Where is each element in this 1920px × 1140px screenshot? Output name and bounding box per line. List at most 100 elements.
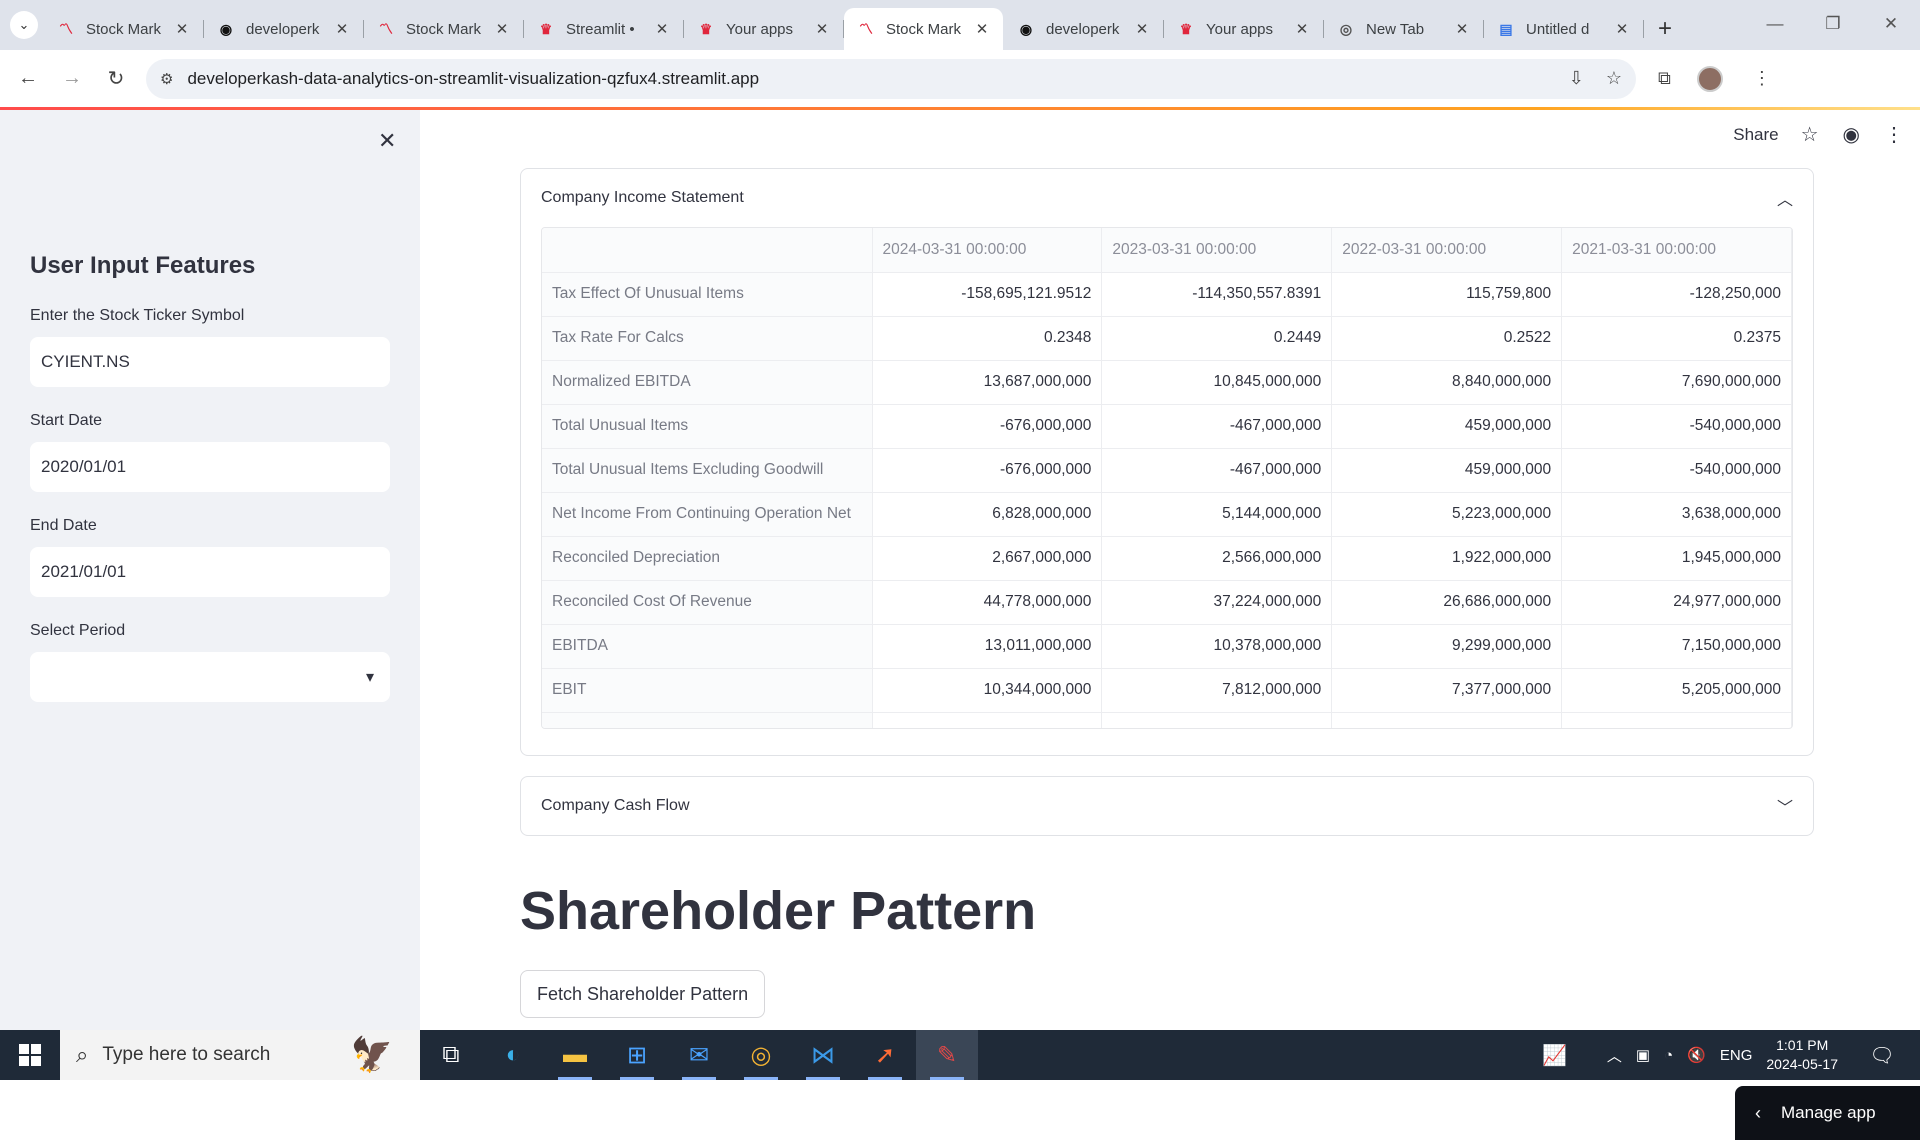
github-icon[interactable]: ◉ [1843,122,1860,147]
profile-avatar[interactable] [1696,65,1723,92]
table-cell[interactable]: 8,840,000,000 [1331,360,1563,405]
table-cell[interactable]: 9,299,000,000 [1331,624,1563,669]
income-statement-header[interactable]: Company Income Statement ︿ [521,169,1813,227]
table-cell[interactable]: 26,686,000,000 [1331,580,1563,625]
browser-tab[interactable]: 〽 Stock Mark ✕ [364,8,524,50]
income-statement-table[interactable]: 2024-03-31 00:00:00 2023-03-31 00:00:00 … [541,227,1793,729]
cash-flow-header[interactable]: Company Cash Flow ﹀ [521,777,1813,835]
browser-tab[interactable]: ◎ New Tab ✕ [1324,8,1484,50]
close-tab-icon[interactable]: ✕ [333,20,351,38]
period-select[interactable]: ▾ [30,652,390,702]
browser-tab[interactable]: ◉ developerk ✕ [204,8,364,50]
file-explorer-icon[interactable]: ▬ [544,1030,606,1080]
row-label[interactable]: Total Unusual Items Excluding Goodwill [542,448,873,493]
url-text[interactable]: developerkash-data-analytics-on-streamli… [187,69,1546,89]
table-cell[interactable]: 1,922,000,000 [1331,536,1563,581]
table-cell[interactable]: 5,223,000,000 [1331,492,1563,537]
store-icon[interactable]: ⊞ [606,1030,668,1080]
close-tab-icon[interactable]: ✕ [1613,20,1631,38]
close-tab-icon[interactable]: ✕ [653,20,671,38]
close-tab-icon[interactable]: ✕ [173,20,191,38]
table-cell[interactable]: 7,690,000,000 [1561,360,1792,405]
table-cell[interactable]: 2,566,000,000 [1101,536,1333,581]
column-header[interactable]: 2023-03-31 00:00:00 [1101,228,1333,273]
notification-icon[interactable]: 🗨 [1858,1043,1906,1068]
table-cell[interactable]: 37,224,000,000 [1101,580,1333,625]
network-icon[interactable]: ◔ [1664,1047,1673,1064]
table-cell[interactable]: 13,687,000,000 [872,360,1103,405]
browser-tab[interactable]: ◉ developerk ✕ [1004,8,1164,50]
close-tab-icon[interactable]: ✕ [493,20,511,38]
share-button[interactable]: Share [1733,125,1778,145]
language-indicator[interactable]: ENG [1720,1047,1753,1064]
start-date-input[interactable]: 2020/01/01 [30,442,390,492]
column-header[interactable]: 2024-03-31 00:00:00 [872,228,1103,273]
volume-muted-icon[interactable]: 🔇 [1687,1046,1706,1064]
row-label[interactable]: Reconciled Cost Of Revenue [542,580,873,625]
extensions-icon[interactable]: ⧉ [1658,68,1671,89]
table-cell[interactable]: 7,812,000,000 [1101,668,1333,713]
app-icon[interactable]: ✎ [916,1030,978,1080]
new-tab-button[interactable]: + [1658,15,1672,43]
edge-icon[interactable]: ◐ [482,1030,544,1080]
table-cell[interactable]: 459,000,000 [1331,404,1563,449]
back-icon[interactable]: ← [6,67,50,90]
table-cell[interactable]: -128,250,000 [1561,272,1792,317]
table-cell[interactable]: 10,845,000,000 [1101,360,1333,405]
star-icon[interactable]: ☆ [1801,122,1819,147]
table-cell[interactable]: -540,000,000 [1561,404,1792,449]
table-cell[interactable]: 5,205,000,000 [1561,668,1792,713]
close-tab-icon[interactable]: ✕ [813,20,831,38]
table-cell[interactable]: 3,638,000,000 [1561,492,1792,537]
close-tab-icon[interactable]: ✕ [973,20,991,38]
table-cell[interactable]: -158,695,121.9512 [872,272,1103,317]
close-tab-icon[interactable]: ✕ [1133,20,1151,38]
browser-tab[interactable]: 〽 Stock Mark ✕ [844,8,1003,50]
table-cell[interactable]: 0.2522 [1331,316,1563,361]
row-label[interactable]: EBITDA [542,624,873,669]
row-label[interactable]: Total Unusual Items [542,404,873,449]
close-tab-icon[interactable]: ✕ [1293,20,1311,38]
url-bar[interactable]: ⚙ developerkash-data-analytics-on-stream… [146,58,1636,99]
meet-now-icon[interactable]: ▣ [1636,1046,1650,1064]
table-cell[interactable]: 0.2449 [1101,316,1333,361]
table-cell[interactable]: 10,344,000,000 [872,668,1103,713]
end-date-input[interactable]: 2021/01/01 [30,547,390,597]
row-label[interactable]: Net Income From Continuing Operation Net [542,492,873,537]
table-cell[interactable]: 6,828,000,000 [872,492,1103,537]
taskbar-search[interactable]: ⌕ Type here to search 🦅 [60,1030,420,1080]
table-cell[interactable]: 459,000,000 [1331,448,1563,493]
stocks-widget-icon[interactable]: 📈 [1542,1043,1567,1068]
clock[interactable]: 1:01 PM 2024-05-17 [1766,1036,1838,1074]
browser-tab[interactable]: ▤ Untitled d ✕ [1484,8,1644,50]
browser-tab[interactable]: 〽 Stock Mark ✕ [44,8,204,50]
table-cell[interactable]: -114,350,557.8391 [1101,272,1333,317]
browser-tab[interactable]: ♛ Your apps ✕ [684,8,844,50]
tab-search-button[interactable]: ⌄ [10,11,38,39]
windows-start-icon[interactable] [0,1044,60,1066]
table-cell[interactable]: -540,000,000 [1561,448,1792,493]
table-cell[interactable]: 7,150,000,000 [1561,624,1792,669]
table-cell[interactable]: -467,000,000 [1101,448,1333,493]
task-view-icon[interactable]: ⧉ [420,1030,482,1080]
bookmark-star-icon[interactable]: ☆ [1606,68,1622,89]
reload-icon[interactable]: ↻ [94,66,138,91]
chrome-icon[interactable]: ◎ [730,1030,792,1080]
table-cell[interactable]: 115,759,800 [1331,272,1563,317]
postman-icon[interactable]: ➚ [854,1030,916,1080]
close-sidebar-icon[interactable]: ✕ [378,128,396,154]
vscode-icon[interactable]: ⋈ [792,1030,854,1080]
browser-menu-icon[interactable]: ⋮ [1753,68,1771,89]
browser-tab[interactable]: ♛ Your apps ✕ [1164,8,1324,50]
chevron-up-icon[interactable]: ︿ [1607,1045,1622,1066]
browser-tab[interactable]: ♛ Streamlit • ✕ [524,8,684,50]
table-cell[interactable]: 2,667,000,000 [872,536,1103,581]
table-cell[interactable]: 0.2375 [1561,316,1792,361]
table-cell[interactable]: 7,377,000,000 [1331,668,1563,713]
restore-icon[interactable]: ❐ [1804,0,1862,48]
manage-app-button[interactable]: ‹ Manage app [1735,1086,1920,1140]
column-header[interactable]: 2022-03-31 00:00:00 [1331,228,1563,273]
table-cell[interactable]: 13,011,000,000 [872,624,1103,669]
table-cell[interactable]: -676,000,000 [872,404,1103,449]
row-label[interactable]: Normalized EBITDA [542,360,873,405]
